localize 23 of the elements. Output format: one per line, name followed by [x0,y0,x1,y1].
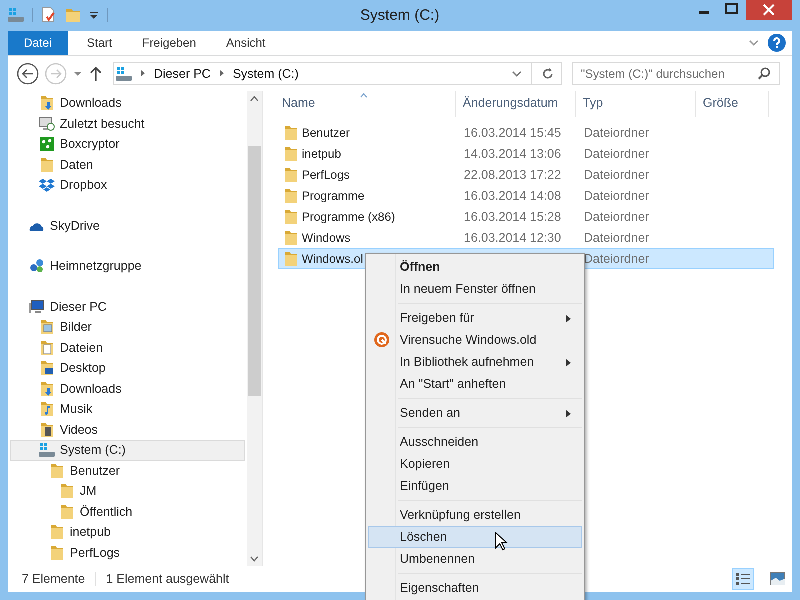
file-name: inetpub [302,146,342,160]
file-name: Windows [302,230,351,244]
modified-date: 22.08.2013 17:22 [464,168,562,182]
file-type: Dateiordner [584,168,650,182]
modified-date: 16.03.2014 12:30 [464,230,562,244]
modified-date: 16.03.2014 15:45 [464,126,562,140]
file-type: Dateiordner [584,252,650,266]
file-type: Dateiordner [584,188,650,202]
modified-date: 16.03.2014 14:08 [464,188,562,202]
file-name: Programme (x86) [302,210,396,224]
file-name: Windows.ol [302,252,364,266]
item-count: 7 Elemente [22,572,86,586]
file-type: Dateiordner [584,126,650,140]
selection-count: 1 Element ausgewählt [106,572,230,586]
file-type: Dateiordner [584,230,650,244]
file-name: PerfLogs [302,168,350,182]
file-type: Dateiordner [584,146,650,160]
modified-date: 14.03.2014 13:06 [464,146,562,160]
window-title: System (C:) [359,7,441,24]
file-name: Programme [302,188,365,202]
modified-date: 16.03.2014 15:28 [464,210,562,224]
file-name: Benutzer [302,126,350,140]
file-type: Dateiordner [584,210,650,224]
